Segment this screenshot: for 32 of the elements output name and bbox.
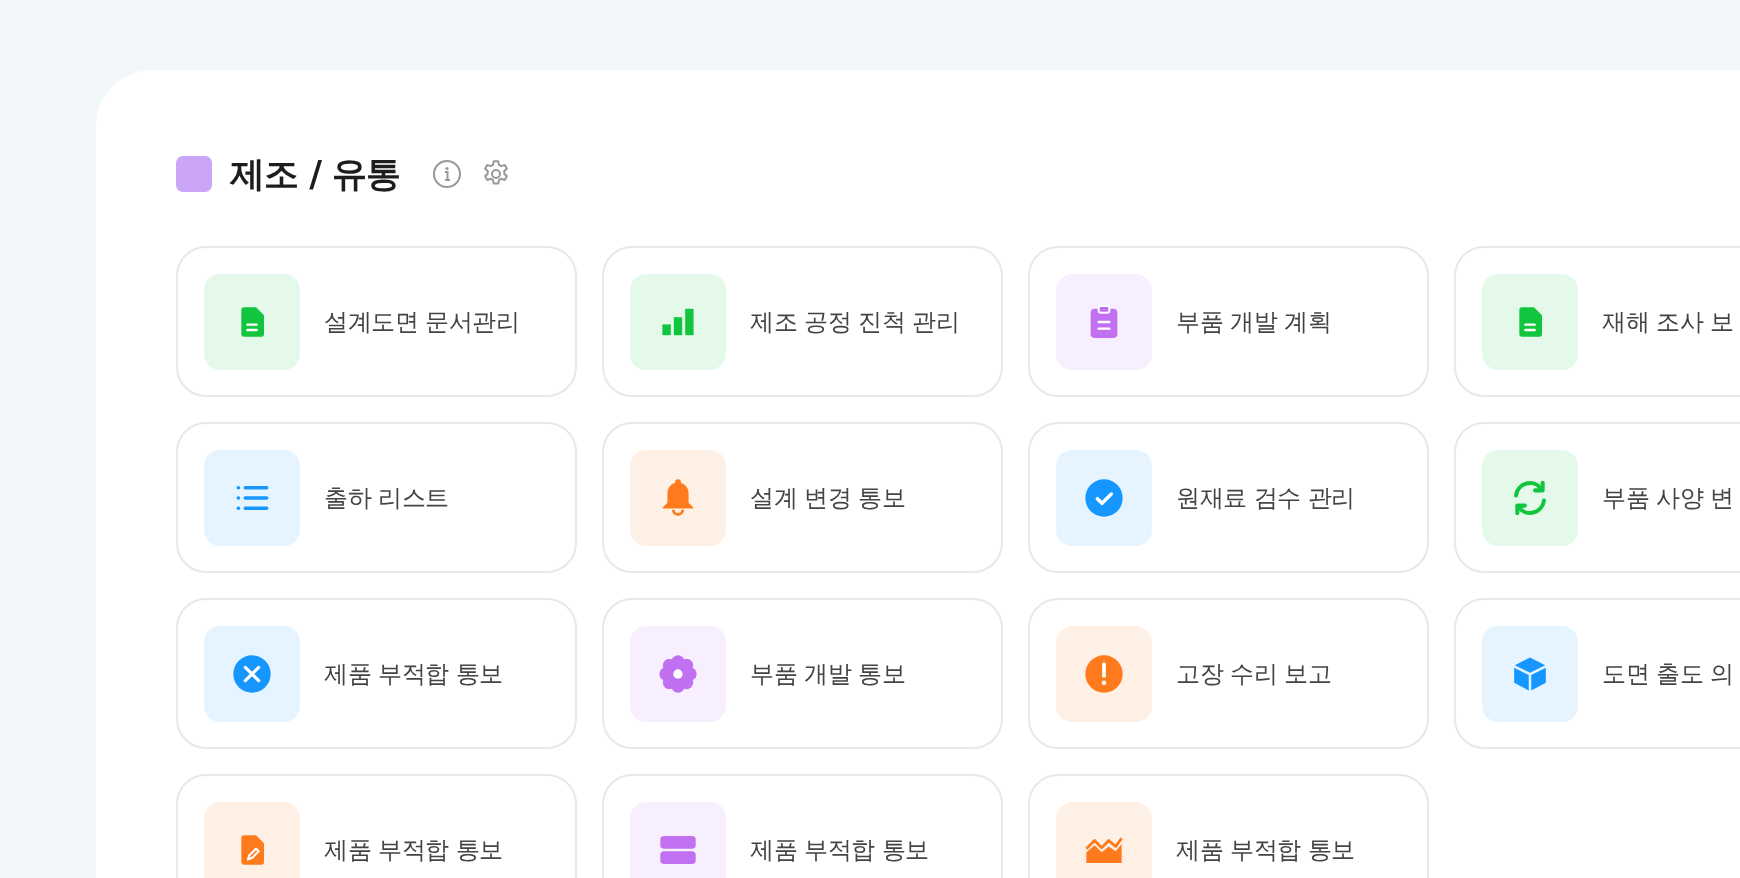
menu-label: 제품 부적합 통보 (750, 834, 929, 866)
menu-label: 제품 부적합 통보 (324, 658, 503, 690)
menu-label: 도면 출도 의 (1602, 658, 1734, 690)
menu-label: 설계 변경 통보 (750, 482, 906, 514)
info-icon[interactable] (432, 159, 463, 189)
menu-card[interactable]: 고장 수리 보고 (1028, 598, 1429, 749)
menu-label: 부품 사양 변 (1602, 482, 1734, 514)
menu-card[interactable]: 재해 조사 보 (1454, 246, 1740, 397)
menu-card[interactable]: 도면 출도 의 (1454, 598, 1740, 749)
menu-card[interactable]: 원재료 검수 관리 (1028, 422, 1429, 573)
menu-card[interactable]: 설계 변경 통보 (602, 422, 1003, 573)
menu-card[interactable]: 제품 부적합 통보 (602, 774, 1003, 878)
menu-label: 부품 개발 통보 (750, 658, 906, 690)
menu-label: 제품 부적합 통보 (324, 834, 503, 866)
menu-label: 설계도면 문서관리 (324, 306, 520, 338)
menu-card[interactable]: 출하 리스트 (176, 422, 577, 573)
menu-card[interactable]: 부품 개발 계획 (1028, 246, 1429, 397)
menu-card[interactable]: 제품 부적합 통보 (176, 774, 577, 878)
menu-label: 제품 부적합 통보 (1176, 834, 1355, 866)
section-title: 제조 / 유통 (230, 152, 401, 196)
menu-label: 부품 개발 계획 (1176, 306, 1332, 338)
menu-card[interactable]: 설계도면 문서관리 (176, 246, 577, 397)
menu-card[interactable]: 제조 공정 진척 관리 (602, 246, 1003, 397)
menu-card[interactable]: 부품 개발 통보 (602, 598, 1003, 749)
menu-label: 원재료 검수 관리 (1176, 482, 1355, 514)
menu-card[interactable]: 제품 부적합 통보 (176, 598, 577, 749)
menu-card[interactable]: 부품 사양 변 (1454, 422, 1740, 573)
menu-card[interactable]: 제품 부적합 통보 (1028, 774, 1429, 878)
menu-label: 고장 수리 보고 (1176, 658, 1332, 690)
menu-label: 제조 공정 진척 관리 (750, 306, 960, 338)
menu-label: 재해 조사 보 (1602, 306, 1734, 338)
menu-label: 출하 리스트 (324, 482, 449, 514)
